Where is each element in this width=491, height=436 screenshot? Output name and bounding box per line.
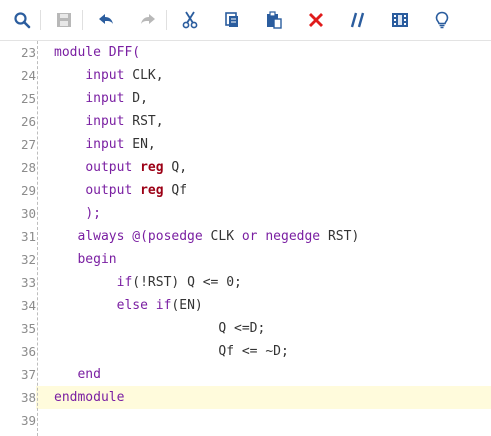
keyword-token: or negedge [241, 229, 321, 244]
code-text: module DFF( [54, 41, 140, 64]
code-token: RST, [124, 114, 164, 129]
code-token: Qf [163, 183, 188, 198]
code-text: input EN, [54, 133, 156, 156]
code-token: Q, [163, 160, 188, 175]
code-line[interactable]: 39 [0, 409, 491, 432]
code-line[interactable]: 25 input D, [0, 87, 491, 110]
paste-icon[interactable] [262, 8, 286, 32]
code-token: D, [124, 91, 148, 106]
line-number: 31 [20, 229, 36, 244]
code-line[interactable]: 35 Q <=D; [0, 317, 491, 340]
code-token: CLK [202, 229, 242, 244]
code-text: output reg Q, [54, 156, 187, 179]
code-line[interactable]: 34 else if(EN) [0, 294, 491, 317]
code-line[interactable]: 32 begin [0, 248, 491, 271]
keyword-token: output [85, 183, 141, 198]
cut-icon[interactable] [178, 8, 202, 32]
keyword-token: input [85, 137, 125, 152]
type-token: reg [140, 160, 164, 175]
code-token: Q <=D; [218, 321, 266, 336]
undo-icon[interactable] [94, 8, 118, 32]
keyword-token: endmodule [54, 390, 125, 405]
code-line[interactable]: 31 always @(posedge CLK or negedge RST) [0, 225, 491, 248]
code-line[interactable]: 38 endmodule [0, 386, 491, 409]
line-number: 29 [20, 183, 36, 198]
delete-icon[interactable] [304, 8, 328, 32]
keyword-token: output [85, 160, 141, 175]
keyword-token: module DFF( [54, 45, 141, 60]
code-token: CLK, [124, 68, 164, 83]
line-number: 35 [20, 321, 36, 336]
comment-toggle-icon[interactable] [346, 8, 370, 32]
keyword-token: end [77, 367, 101, 382]
code-token: (!RST) Q <= 0; [132, 275, 242, 290]
line-number: 37 [20, 367, 36, 382]
code-text: Qf <= ~D; [54, 340, 289, 363]
line-number: 27 [20, 137, 36, 152]
code-line[interactable]: 28 output reg Q, [0, 156, 491, 179]
code-text: input CLK, [54, 64, 164, 87]
redo-icon[interactable] [136, 8, 160, 32]
code-text: Q <=D; [54, 317, 265, 340]
keyword-token: else if [116, 298, 172, 313]
line-number: 38 [0, 386, 36, 409]
code-text: ); [54, 202, 101, 225]
code-line[interactable]: 36 Qf <= ~D; [0, 340, 491, 363]
code-line[interactable]: 29 output reg Qf [0, 179, 491, 202]
keyword-token: ); [85, 206, 101, 221]
template-icon[interactable] [388, 8, 412, 32]
code-line[interactable]: 24 input CLK, [0, 64, 491, 87]
lightbulb-icon[interactable] [430, 8, 454, 32]
code-text: begin [54, 248, 117, 271]
code-text: endmodule [54, 386, 124, 409]
code-text: output reg Qf [54, 179, 187, 202]
code-token: (EN) [171, 298, 203, 313]
code-text: input D, [54, 87, 148, 110]
keyword-token: input [85, 114, 125, 129]
code-line[interactable]: 37 end [0, 363, 491, 386]
code-token: Qf <= ~D; [218, 344, 289, 359]
keyword-token: always @(posedge [77, 229, 203, 244]
line-number: 28 [20, 160, 36, 175]
line-number: 23 [20, 45, 36, 60]
code-text: if(!RST) Q <= 0; [54, 271, 242, 294]
code-line[interactable]: 30 ); [0, 202, 491, 225]
editor-toolbar [0, 0, 491, 41]
save-icon[interactable] [52, 8, 76, 32]
line-number: 26 [20, 114, 36, 129]
copy-icon[interactable] [220, 8, 244, 32]
type-token: reg [140, 183, 164, 198]
code-editor[interactable]: 23 module DFF(24 input CLK, 25 input D, 26 … [0, 41, 491, 436]
code-token: EN, [124, 137, 156, 152]
keyword-token: begin [77, 252, 117, 267]
line-number: 39 [20, 413, 36, 428]
code-text: else if(EN) [54, 294, 203, 317]
keyword-token: input [85, 91, 125, 106]
code-line[interactable]: 23 module DFF( [0, 41, 491, 64]
line-number: 33 [20, 275, 36, 290]
code-line[interactable]: 33 if(!RST) Q <= 0; [0, 271, 491, 294]
code-line[interactable]: 27 input EN, [0, 133, 491, 156]
keyword-token: input [85, 68, 125, 83]
line-number: 25 [20, 91, 36, 106]
keyword-token: if [116, 275, 133, 290]
code-text: input RST, [54, 110, 164, 133]
line-number: 24 [20, 68, 36, 83]
gutter-divider [37, 41, 38, 436]
code-token: RST) [320, 229, 360, 244]
search-icon[interactable] [10, 8, 34, 32]
line-number: 32 [20, 252, 36, 267]
line-number: 34 [20, 298, 36, 313]
code-line[interactable]: 26 input RST, [0, 110, 491, 133]
code-text: end [54, 363, 101, 386]
line-number: 30 [20, 206, 36, 221]
code-text: always @(posedge CLK or negedge RST) [54, 225, 359, 248]
line-number: 36 [20, 344, 36, 359]
